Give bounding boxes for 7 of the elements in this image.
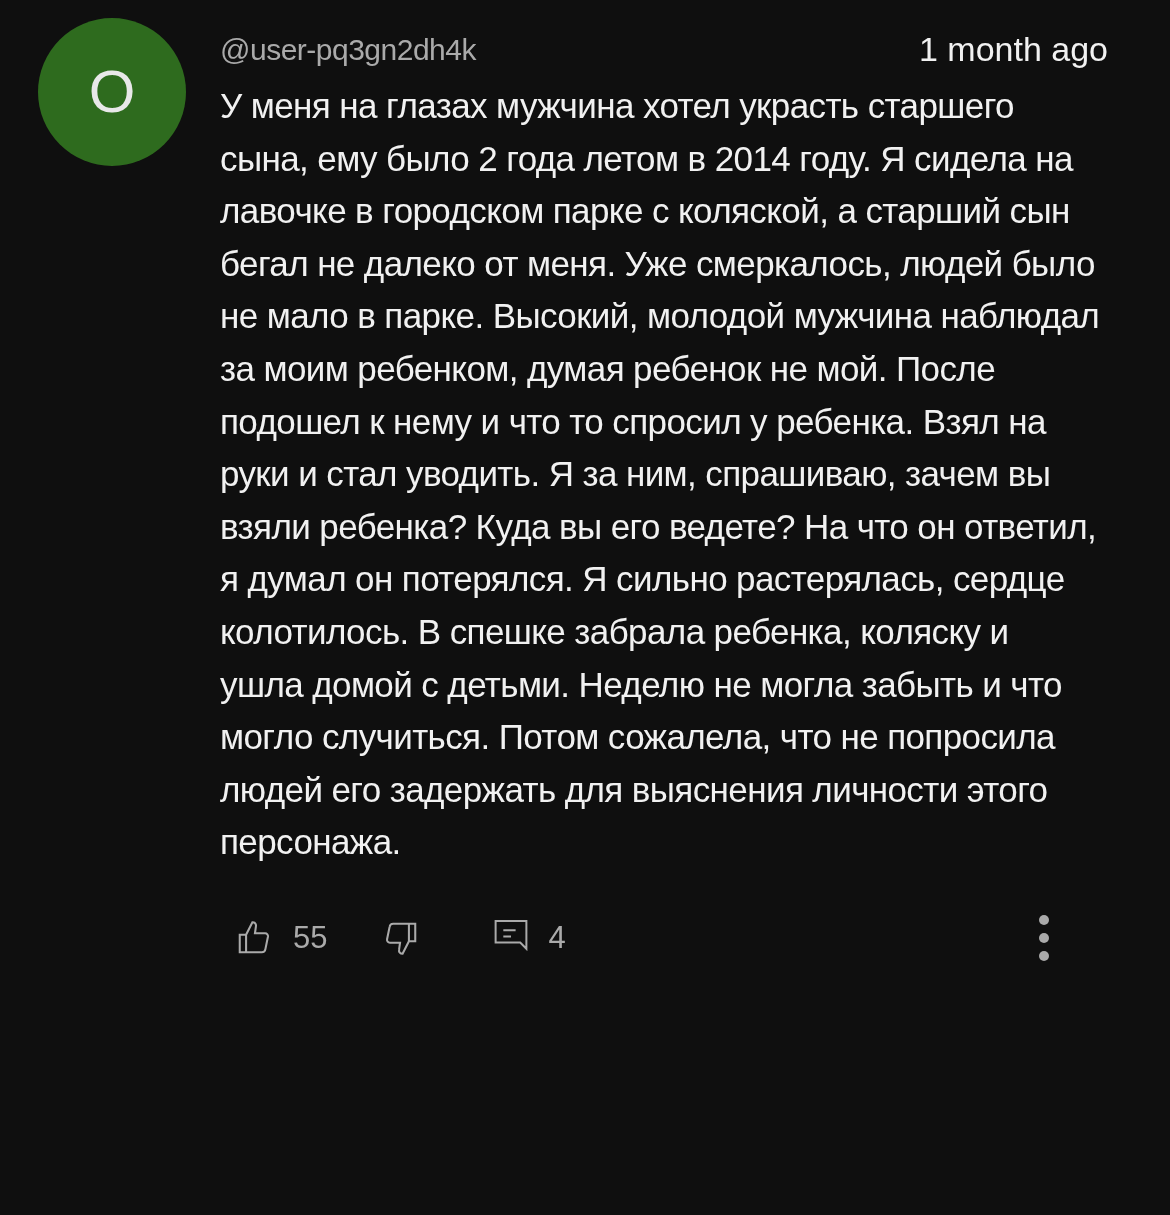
comment-time: 1 month ago [918, 28, 1108, 70]
comment-text: У меня на глазах мужчина хотел украсть старшего сына, ему было 2 года летом в 2014 году. Я сидела на лавочке в городском парке с коляской, а старший сын бегал не далеко от меня. Уже смеркалось, людей было не мало в парке. Высокий, молодой мужчина наблюдал за моим ребенком, думая ребенок не мой. После подошел к нему и что то спросил у ребенка. Взял на руки и стал уводить. Я за ним, спрашиваю, зачем вы взяли ребенка? Куда вы его ведете? На что он ответил, я думал он потерялся. Я сильно растерялась, сердце колотилось. В спешке забрала ребенка, коляску и ушла домой с детьми. Неделю не могла забыть и что могло случиться. Потом сожалела, что не попросила людей его задержать для выяснения личности этого персонажа. [220, 85, 1100, 864]
more-icon[interactable] [1038, 913, 1050, 962]
reply-count: 4 [548, 918, 566, 957]
author-name[interactable]: @user-pq3gn2dh4k [220, 26, 476, 72]
like-count: 55 [293, 918, 328, 957]
avatar: O [38, 18, 186, 166]
